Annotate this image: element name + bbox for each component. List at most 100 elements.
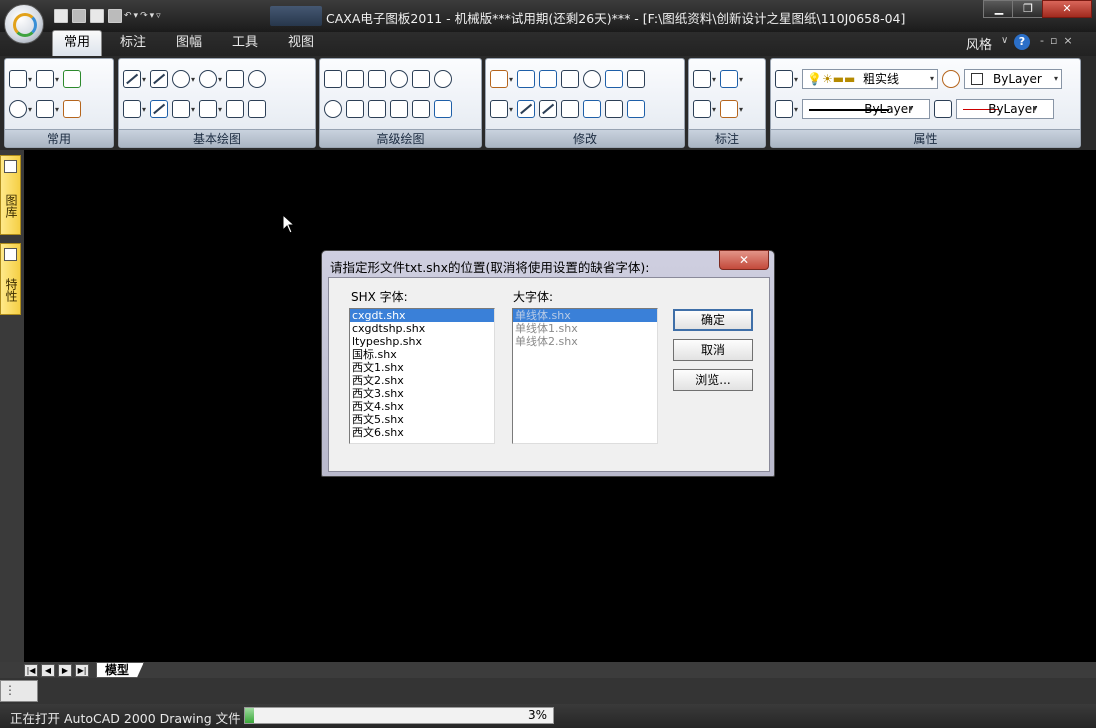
new-file-icon[interactable] xyxy=(54,9,68,23)
minimize-button[interactable]: ▁ xyxy=(983,0,1015,18)
color-combo[interactable]: ByLayer ▾ xyxy=(964,69,1063,89)
dropdown-icon[interactable]: ▾ xyxy=(142,75,146,84)
dropdown-icon[interactable]: ▾ xyxy=(509,105,513,114)
insert-block-icon[interactable] xyxy=(199,100,218,118)
linetype-combo[interactable]: ByLayer ▾ xyxy=(802,99,931,119)
polygon-icon[interactable] xyxy=(412,70,430,88)
tab-tufu[interactable]: 图幅 xyxy=(166,32,212,54)
list-item[interactable]: 西文5.shx xyxy=(350,413,494,426)
tab-gongju[interactable]: 工具 xyxy=(222,32,268,54)
copy-icon[interactable] xyxy=(9,70,27,88)
dropdown-icon[interactable]: ▾ xyxy=(191,105,195,114)
circle-icon[interactable] xyxy=(172,70,191,88)
chamfer-icon[interactable] xyxy=(605,100,624,118)
dropdown-icon[interactable]: ▾ xyxy=(712,105,716,114)
text-icon[interactable] xyxy=(123,100,141,118)
regen-icon[interactable] xyxy=(63,70,82,88)
linetype-icon[interactable] xyxy=(775,100,793,118)
print-icon[interactable] xyxy=(108,9,122,23)
layer-manager-icon[interactable] xyxy=(775,70,793,88)
list-item[interactable]: 西文1.shx xyxy=(350,361,494,374)
open-file-icon[interactable] xyxy=(72,9,86,23)
ellipse-icon[interactable] xyxy=(390,70,408,88)
list-item[interactable]: ltypeshp.shx xyxy=(350,335,494,348)
scale-icon[interactable] xyxy=(561,100,580,118)
block-icon[interactable] xyxy=(36,70,55,88)
application-menu-button[interactable] xyxy=(4,4,44,44)
pan-icon[interactable] xyxy=(36,100,55,118)
list-item[interactable]: 西文3.shx xyxy=(350,387,494,400)
big-font-list[interactable]: 单线体.shx 单线体1.shx 单线体2.shx xyxy=(512,308,658,444)
roughness-icon[interactable] xyxy=(720,100,739,118)
command-input[interactable] xyxy=(0,680,38,702)
next-tab-button[interactable]: ▶ xyxy=(58,664,72,677)
point-icon[interactable] xyxy=(346,70,364,88)
user-icon[interactable] xyxy=(434,70,452,88)
list-item[interactable]: cxgdt.shx xyxy=(350,309,494,322)
dropdown-icon[interactable]: ▾ xyxy=(712,75,716,84)
maximize-button[interactable]: ❐ xyxy=(1012,0,1044,18)
array-icon[interactable] xyxy=(605,70,624,88)
lineweight-combo[interactable]: ByLayer ▾ xyxy=(956,99,1055,119)
centerline-icon[interactable] xyxy=(150,100,169,118)
explode-icon[interactable] xyxy=(627,100,646,118)
format-painter-icon[interactable] xyxy=(63,100,82,118)
offset-icon[interactable] xyxy=(490,100,508,118)
dropdown-icon[interactable]: ▾ xyxy=(794,105,798,114)
dropdown-icon[interactable]: ▾ xyxy=(142,105,146,114)
customize-qat-icon[interactable]: ▿ xyxy=(156,11,161,21)
browse-button[interactable]: 浏览... xyxy=(673,369,753,391)
dropdown-icon[interactable]: ▾ xyxy=(739,75,743,84)
list-item[interactable]: 西文4.shx xyxy=(350,400,494,413)
dropdown-icon[interactable]: ▾ xyxy=(739,105,743,114)
redo-icon[interactable]: ↷ xyxy=(140,11,148,21)
model-tab[interactable]: 模型 xyxy=(96,662,144,678)
arrow-icon[interactable] xyxy=(390,100,408,118)
undo-arc-icon[interactable] xyxy=(248,70,267,88)
coordinate-dimension-icon[interactable] xyxy=(693,100,711,118)
rectangle-icon[interactable] xyxy=(226,70,245,88)
list-item[interactable]: cxgdtshp.shx xyxy=(350,322,494,335)
undo-dropdown-icon[interactable]: ▾ xyxy=(134,11,139,21)
tolerance-icon[interactable] xyxy=(720,70,739,88)
dropdown-icon[interactable]: ▾ xyxy=(794,75,798,84)
prev-tab-button[interactable]: ◀ xyxy=(41,664,55,677)
tab-biaozhu[interactable]: 标注 xyxy=(110,32,156,54)
ribbon-window-controls[interactable]: -▫× xyxy=(1040,34,1079,47)
trim-icon[interactable] xyxy=(517,100,536,118)
hole-icon[interactable] xyxy=(324,100,342,118)
chevron-down-icon[interactable]: ∨ xyxy=(1001,35,1008,46)
dropdown-icon[interactable]: ▾ xyxy=(28,75,32,84)
cancel-button[interactable]: 取消 xyxy=(673,339,753,361)
angle-line-icon[interactable] xyxy=(368,70,386,88)
zigzag-icon[interactable] xyxy=(368,100,386,118)
arc-icon[interactable] xyxy=(199,70,218,88)
parallel-line-icon[interactable] xyxy=(150,70,169,88)
dimension-icon[interactable] xyxy=(693,70,711,88)
tab-changyong[interactable]: 常用 xyxy=(52,30,102,56)
dropdown-icon[interactable]: ▾ xyxy=(28,105,32,114)
dock-tab-texing[interactable]: 特性 xyxy=(0,243,21,315)
gear-icon[interactable] xyxy=(434,100,452,118)
dock-tab-tuku[interactable]: 图库 xyxy=(0,155,21,235)
copy-object-icon[interactable] xyxy=(539,70,558,88)
ok-button[interactable]: 确定 xyxy=(673,309,753,331)
shx-font-list[interactable]: cxgdt.shx cxgdtshp.shx ltypeshp.shx 国标.shx 西… xyxy=(349,308,495,444)
list-item[interactable]: 单线体.shx xyxy=(513,309,657,322)
list-item[interactable]: 单线体2.shx xyxy=(513,335,657,348)
style-menu[interactable]: 风格 xyxy=(966,34,992,53)
dropdown-icon[interactable]: ▾ xyxy=(191,75,195,84)
fillet-icon[interactable] xyxy=(583,100,602,118)
line-icon[interactable] xyxy=(123,70,141,88)
list-item[interactable]: 西文2.shx xyxy=(350,374,494,387)
mirror-icon[interactable] xyxy=(561,70,580,88)
list-item[interactable]: 西文6.shx xyxy=(350,426,494,439)
move-icon[interactable] xyxy=(517,70,536,88)
last-tab-button[interactable]: ▶| xyxy=(75,664,89,677)
first-tab-button[interactable]: |◀ xyxy=(24,664,38,677)
close-button[interactable]: ✕ xyxy=(1042,0,1092,18)
zoom-icon[interactable] xyxy=(9,100,27,118)
list-item[interactable]: 单线体1.shx xyxy=(513,322,657,335)
dialog-close-button[interactable]: ✕ xyxy=(719,250,769,270)
save-icon[interactable] xyxy=(90,9,104,23)
